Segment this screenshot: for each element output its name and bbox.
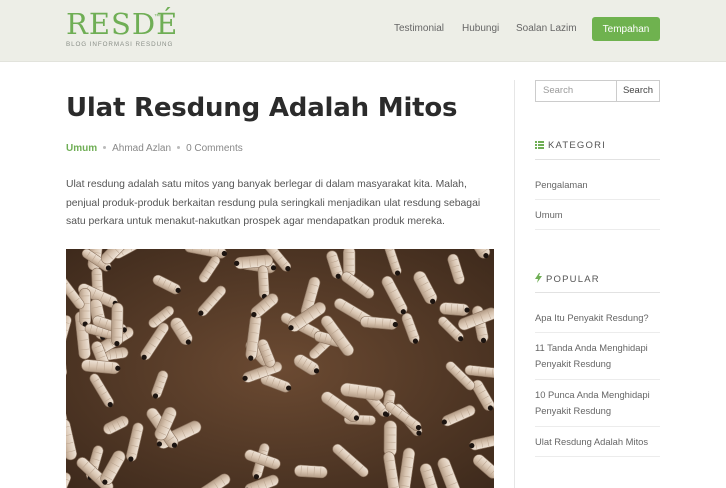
kategori-heading: KATEGORI bbox=[535, 140, 606, 151]
popular-item[interactable]: 10 Punca Anda Menghidapi Penyakit Resdun… bbox=[535, 387, 660, 419]
popular-item[interactable]: 11 Tanda Anda Menghidapi Penyakit Resdun… bbox=[535, 340, 660, 372]
meta-separator bbox=[103, 145, 107, 149]
popular-heading: POPULAR bbox=[535, 273, 600, 285]
post-comments-link[interactable]: 0 Comments bbox=[186, 143, 243, 154]
lightning-icon bbox=[535, 273, 542, 283]
list-divider bbox=[535, 456, 660, 457]
tempahan-button[interactable]: Tempahan bbox=[592, 17, 660, 41]
list-divider bbox=[535, 229, 660, 230]
list-divider bbox=[535, 199, 660, 200]
site-logo[interactable]: RESDÉ ™ BLOG INFORMASI RESDUNG bbox=[66, 8, 178, 48]
post-excerpt: Ulat resdung adalah satu mitos yang bany… bbox=[66, 179, 481, 227]
kategori-title: KATEGORI bbox=[548, 140, 606, 151]
popular-item[interactable]: Apa Itu Penyakit Resdung? bbox=[535, 310, 660, 326]
list-divider bbox=[535, 379, 660, 380]
post-author-link[interactable]: Ahmad Azlan bbox=[112, 143, 171, 154]
kategori-item-pengalaman[interactable]: Pengalaman bbox=[535, 177, 660, 193]
logo-trademark: ™ bbox=[154, 14, 160, 20]
kategori-underline bbox=[535, 159, 660, 160]
list-divider bbox=[535, 332, 660, 333]
nav-link-testimonial[interactable]: Testimonial bbox=[394, 23, 444, 34]
logo-tagline: BLOG INFORMASI RESDUNG bbox=[66, 41, 174, 48]
search-input[interactable]: Search bbox=[535, 80, 624, 102]
search-button[interactable]: Search bbox=[616, 80, 660, 102]
nav-link-hubungi[interactable]: Hubungi bbox=[462, 23, 499, 34]
post-meta: Umum Ahmad Azlan 0 Comments bbox=[66, 143, 243, 154]
popular-underline bbox=[535, 292, 660, 293]
nav-link-soalan-lazim[interactable]: Soalan Lazim bbox=[516, 23, 577, 34]
kategori-item-umum[interactable]: Umum bbox=[535, 207, 660, 223]
larvae-photo-icon bbox=[66, 249, 494, 488]
list-icon bbox=[535, 141, 544, 149]
meta-separator bbox=[177, 145, 181, 149]
post-title[interactable]: Ulat Resdung Adalah Mitos bbox=[66, 93, 458, 123]
site-header: RESDÉ ™ BLOG INFORMASI RESDUNG Testimoni… bbox=[0, 0, 726, 62]
popular-item[interactable]: Ulat Resdung Adalah Mitos bbox=[535, 434, 660, 450]
post-featured-image bbox=[66, 249, 494, 488]
list-divider bbox=[535, 426, 660, 427]
popular-title: POPULAR bbox=[546, 274, 600, 285]
post-category-link[interactable]: Umum bbox=[66, 143, 97, 154]
logo-text: RESDÉ bbox=[66, 7, 179, 41]
sidebar-divider bbox=[514, 80, 515, 488]
